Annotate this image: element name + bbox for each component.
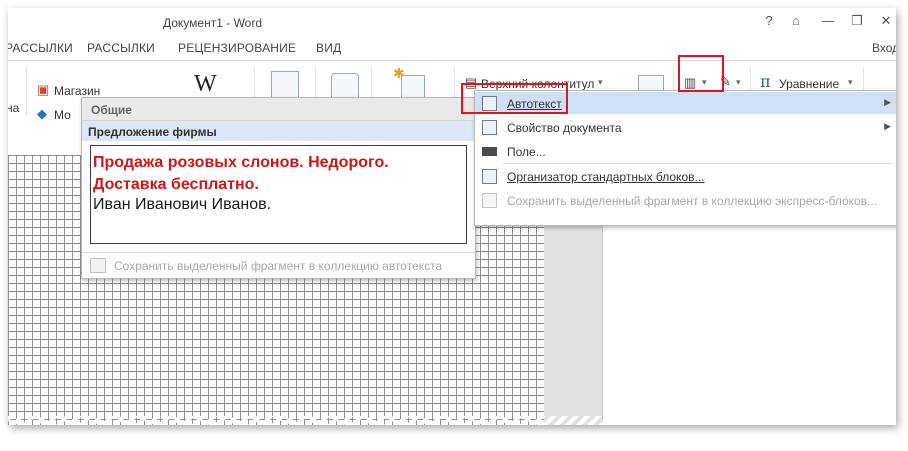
tab-view[interactable]: ВИД	[316, 41, 341, 55]
sign-in-link[interactable]: Вход	[872, 41, 896, 55]
save-selection-icon	[90, 258, 106, 273]
help-button[interactable]: ?	[760, 13, 778, 28]
menu-item-document-property[interactable]: Свойство документа ▶	[475, 116, 896, 138]
save-selection-icon	[482, 193, 497, 208]
autotext-gallery: Общие Предложение фирмы Продажа розовых …	[81, 97, 476, 279]
autotext-highlight	[461, 83, 568, 114]
header-dropdown-icon[interactable]: ▾	[598, 77, 603, 88]
wikipedia-button[interactable]: W	[194, 71, 217, 98]
quick-parts-highlight	[678, 55, 724, 92]
menu-item-label: Сохранить выделенный фрагмент в коллекци…	[507, 194, 878, 208]
gallery-category-header: Общие	[82, 98, 475, 121]
ribbon-display-options-button[interactable]: ⌂	[787, 13, 805, 28]
submenu-arrow-icon: ▶	[884, 121, 891, 131]
menu-item-label: Свойство документа	[507, 121, 622, 135]
save-to-autotext-button[interactable]: Сохранить выделенный фрагмент в коллекци…	[114, 259, 442, 273]
submenu-arrow-icon: ▶	[884, 97, 891, 107]
minimize-button[interactable]: —	[819, 13, 837, 28]
window-title: Документ1 - Word	[163, 16, 263, 30]
equation-icon: π	[760, 72, 771, 91]
document-property-icon	[482, 120, 497, 135]
title-bar: Документ1 - Word ? ⌂ — ❐ ✕	[8, 8, 896, 36]
preview-text-name: Иван Иванович Иванов.	[93, 196, 272, 213]
gallery-separator	[82, 252, 475, 253]
gallery-category-label: Общие	[91, 103, 132, 117]
online-video-icon[interactable]	[271, 71, 299, 99]
comment-box-icon	[401, 75, 425, 99]
ribbon-tabs: РАССЫЛКИ РАССЫЛКИ РЕЦЕНЗИРОВАНИЕ ВИД Вхо…	[8, 38, 896, 58]
menu-item-label: Поле...	[507, 145, 546, 159]
tab-mailings[interactable]: РАССЫЛКИ	[87, 41, 155, 55]
tab-review[interactable]: РЕЦЕНЗИРОВАНИЕ	[178, 41, 296, 55]
tab-mailings-partial[interactable]: РАССЫЛКИ	[8, 41, 73, 55]
signature-dropdown-icon[interactable]: ▾	[736, 77, 741, 88]
autotext-entry-name: Предложение фирмы	[88, 125, 217, 139]
equation-dropdown-icon[interactable]: ▾	[848, 77, 853, 88]
menu-item-save-to-quick-parts[interactable]: Сохранить выделенный фрагмент в коллекци…	[475, 189, 896, 211]
equation-button[interactable]: Уравнение	[779, 77, 839, 91]
torn-edge	[8, 416, 896, 425]
preview-text-red: Продажа розовых слонов. Недорого. Достав…	[93, 154, 389, 193]
autotext-entry-preview[interactable]: Продажа розовых слонов. Недорого. Достав…	[90, 145, 467, 244]
close-button[interactable]: ✕	[877, 13, 895, 29]
restore-button[interactable]: ❐	[848, 13, 866, 29]
ribbon-partial-label: на	[8, 101, 20, 115]
my-apps-button[interactable]: Мо	[54, 108, 71, 122]
autotext-entry-title[interactable]: Предложение фирмы	[82, 121, 475, 141]
building-blocks-icon	[482, 169, 497, 184]
store-button[interactable]: Магазин	[54, 84, 100, 98]
menu-separator	[503, 163, 893, 164]
my-apps-icon: ◆	[37, 106, 47, 121]
ribbon-separator	[26, 67, 27, 115]
field-icon	[482, 147, 497, 156]
word-window: Документ1 - Word ? ⌂ — ❐ ✕ РАССЫЛКИ РАСС…	[8, 8, 896, 425]
menu-item-field[interactable]: Поле...	[475, 140, 896, 162]
menu-item-building-blocks-organizer[interactable]: Организатор стандартных блоков...	[475, 165, 896, 187]
menu-item-label: Организатор стандартных блоков...	[507, 170, 705, 184]
store-icon: ▣	[37, 82, 50, 97]
